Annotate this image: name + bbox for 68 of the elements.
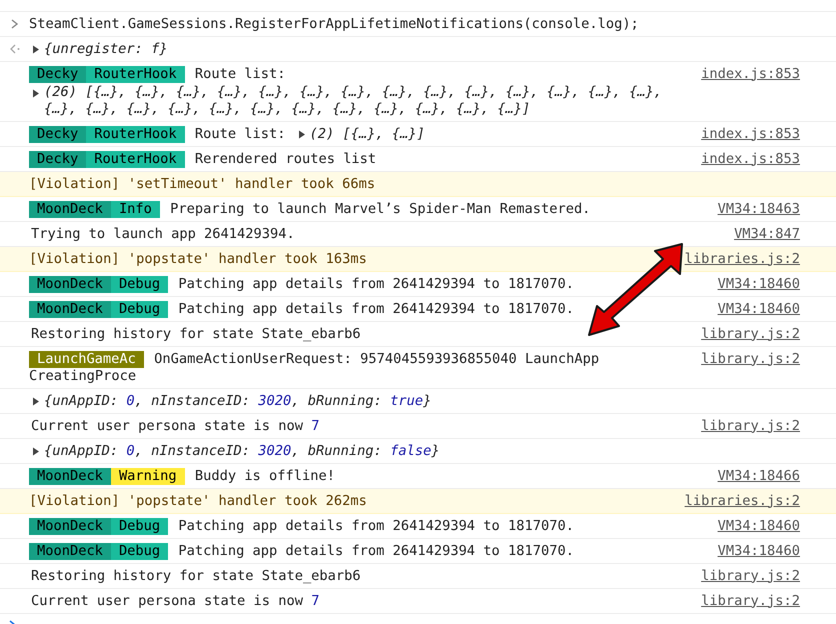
log-tag: MoonDeck	[29, 200, 111, 218]
expand-triangle-icon[interactable]	[32, 44, 40, 54]
array-preview[interactable]: (26) [{…}, {…}, {…}, {…}, {…}, {…}, {…}, {…}, {…}, {…}, {…}, {…}, {…}, {…}, {…}, {…}, {…}, {…}, {…}, {…}, {…}, {…}, {…}, {…}, {…}, {…}]	[44, 84, 686, 118]
violation-message: [Violation] 'popstate' handler took 163ms	[29, 250, 367, 266]
log-tag: Info	[110, 200, 160, 218]
source-link[interactable]: index.js:853	[701, 126, 800, 142]
result-arrow-icon	[8, 44, 20, 54]
object-preview[interactable]: {unAppID: 0, nInstanceID: 3020, bRunning: false}	[44, 442, 440, 458]
log-tag: Decky	[29, 150, 86, 168]
log-message: Route list:	[194, 66, 286, 82]
log-message: Buddy is offline!	[194, 468, 335, 484]
violation-message: [Violation] 'setTimeout' handler took 66ms	[29, 176, 376, 192]
log-tag: MoonDeck	[29, 518, 111, 534]
source-link[interactable]: library.js:2	[701, 350, 800, 368]
source-link[interactable]: library.js:2	[701, 592, 800, 610]
expand-triangle-icon[interactable]	[32, 446, 40, 456]
log-message: Trying to launch app 2641429394.	[31, 226, 295, 242]
source-link[interactable]: VM34:18460	[718, 276, 800, 292]
source-link[interactable]: library.js:2	[701, 326, 800, 342]
log-message: Patching app details from 2641429394 to 1817070.	[178, 300, 574, 316]
source-link[interactable]: library.js:2	[701, 418, 800, 434]
source-link[interactable]: index.js:853	[701, 66, 800, 82]
log-message: Current user persona state is now 7	[31, 418, 320, 434]
log-tag: Debug	[110, 518, 168, 534]
log-tag: MoonDeck	[29, 542, 111, 560]
log-tag: RouterHook	[86, 66, 185, 82]
source-link[interactable]: VM34:18460	[718, 300, 800, 318]
array-preview[interactable]: (2) [{…}, {…}]	[310, 126, 425, 142]
log-tag: Decky	[29, 66, 86, 82]
log-message: Route list:	[194, 126, 286, 142]
log-tag: RouterHook	[86, 150, 185, 168]
log-message: Patching app details from 2641429394 to 1817070.	[178, 542, 574, 558]
source-link[interactable]: VM34:18466	[718, 468, 800, 484]
source-link[interactable]: VM34:847	[734, 226, 800, 242]
log-tag: MoonDeck	[29, 300, 111, 318]
log-message: OnGameActionUserRequest: 9574045593936855040 LaunchApp	[154, 350, 600, 366]
expand-triangle-icon[interactable]	[32, 88, 40, 98]
log-tag: LaunchGameAc	[29, 350, 144, 368]
log-message: Current user persona state is now 7	[31, 592, 320, 608]
log-tag: Debug	[110, 542, 168, 560]
object-preview[interactable]: {unregister: f}	[44, 40, 168, 56]
log-tag: Warning	[110, 468, 185, 484]
source-link[interactable]: index.js:853	[701, 150, 800, 168]
log-message: Restoring history for state State_ebarb6	[31, 326, 361, 342]
expand-triangle-icon[interactable]	[32, 396, 40, 406]
log-message: Restoring history for state State_ebarb6	[31, 568, 361, 584]
source-link[interactable]: library.js:2	[701, 568, 800, 584]
log-message: Preparing to launch Marvel’s Spider-Man Remastered.	[170, 200, 590, 216]
log-message-continuation: CreatingProce	[29, 368, 138, 384]
violation-message: [Violation] 'popstate' handler took 262ms	[29, 492, 367, 508]
log-tag: Debug	[110, 300, 168, 318]
log-tag: Decky	[29, 126, 86, 142]
log-tag: RouterHook	[86, 126, 185, 142]
object-preview[interactable]: {unAppID: 0, nInstanceID: 3020, bRunning: true}	[44, 392, 432, 408]
log-tag: Debug	[110, 276, 168, 292]
log-message: Patching app details from 2641429394 to 1817070.	[178, 518, 574, 534]
prompt-chevron-icon	[10, 18, 18, 28]
log-tag: MoonDeck	[29, 276, 111, 292]
log-message: Rerendered routes list	[194, 150, 376, 166]
source-link[interactable]: VM34:18460	[718, 542, 800, 560]
expand-triangle-icon[interactable]	[298, 130, 306, 138]
source-link[interactable]: VM34:18463	[718, 200, 800, 218]
log-tag: MoonDeck	[29, 468, 111, 484]
source-link[interactable]: libraries.js:2	[684, 250, 800, 268]
log-message: Patching app details from 2641429394 to 1817070.	[178, 276, 574, 292]
source-link[interactable]: VM34:18460	[718, 518, 800, 534]
source-link[interactable]: libraries.js:2	[684, 492, 800, 510]
command-text: SteamClient.GameSessions.RegisterForAppLifetimeNotifications(console.log);	[29, 16, 639, 32]
